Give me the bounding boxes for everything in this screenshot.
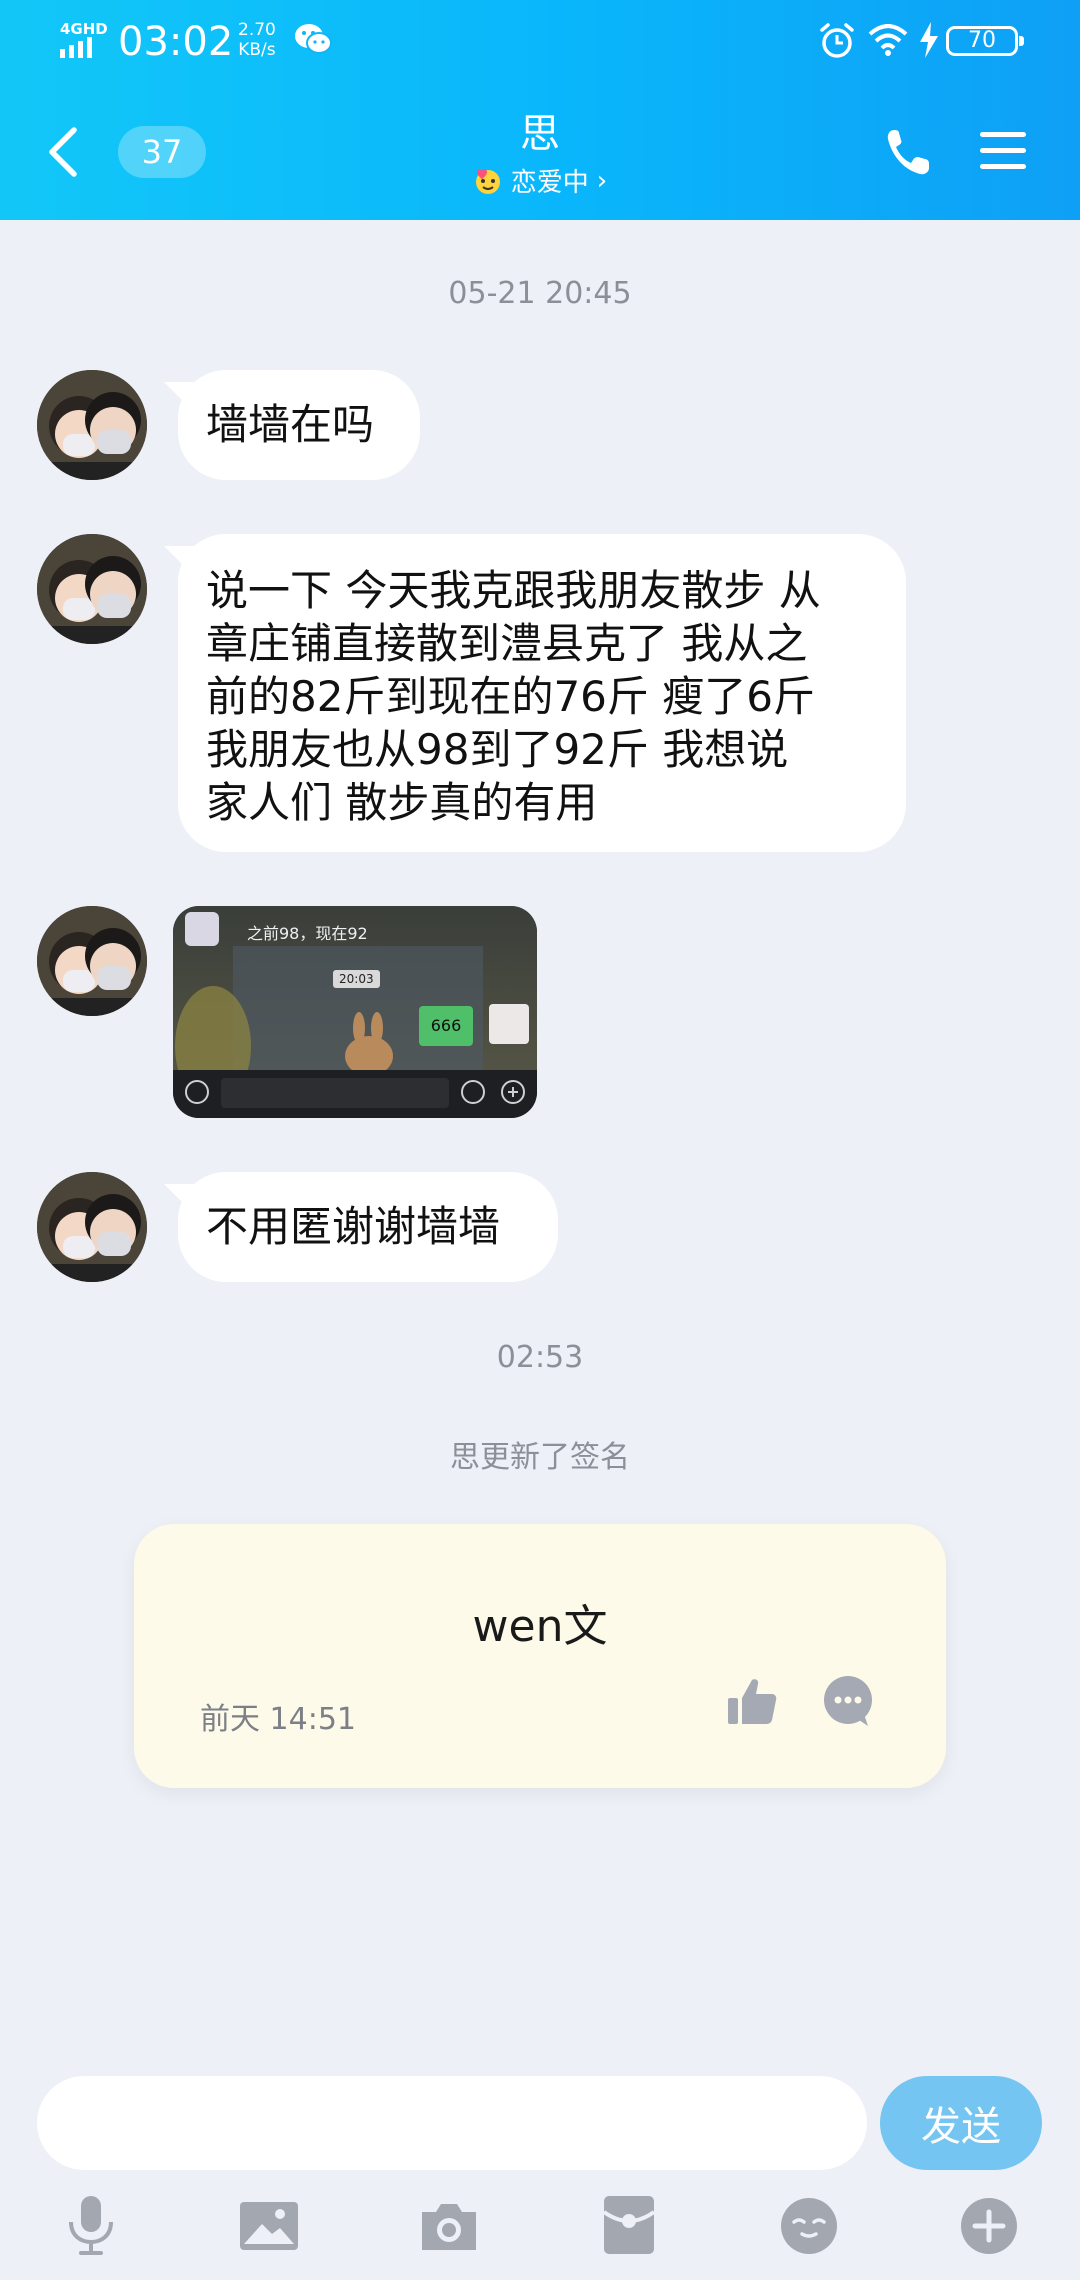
status-time: 03:02	[118, 19, 234, 65]
network-speed: 2.70 KB/s	[238, 20, 276, 60]
chevron-right-icon: ›	[596, 165, 608, 196]
message-bubble[interactable]: 墙墙在吗	[178, 370, 420, 480]
message-bubble[interactable]: 说一下 今天我克跟我朋友散步 从 章庄铺直接散到澧县克了 我从之 前的82斤到现…	[178, 534, 906, 852]
speed-value: 2.70	[238, 20, 276, 40]
image-message[interactable]: 之前98，现在92 20:03 666	[173, 906, 537, 1118]
image-icon[interactable]	[234, 2190, 304, 2260]
chat-title[interactable]: 思	[340, 110, 740, 158]
contact-avatar[interactable]	[37, 906, 147, 1016]
love-emoji-icon	[475, 168, 500, 194]
back-icon[interactable]	[44, 124, 84, 180]
message-text-line: 家人们 散步真的有用	[206, 778, 598, 827]
image-caption-text: 之前98，现在92	[247, 924, 368, 943]
timestamp: 05-21 20:45	[448, 276, 632, 311]
signature-text: wen文	[472, 1601, 608, 1652]
input-toolbar	[0, 2190, 1080, 2270]
relationship-status[interactable]: 恋爱中 ›	[340, 162, 740, 199]
charging-icon	[920, 22, 938, 58]
network-type: 4GHD	[60, 20, 108, 38]
thumbs-up-icon[interactable]	[724, 1674, 780, 1730]
message-text-line: 我朋友也从98到了92斤 我想说	[206, 725, 789, 774]
status-bar: 4GHD 03:02 2.70 KB/s 70	[0, 0, 1080, 90]
wifi-icon	[868, 24, 908, 56]
contact-avatar[interactable]	[37, 1172, 147, 1282]
speed-unit: KB/s	[238, 40, 276, 60]
microphone-icon[interactable]	[56, 2190, 126, 2260]
red-packet-icon[interactable]	[594, 2190, 664, 2260]
chat-header: 4GHD 03:02 2.70 KB/s 70 37 思 恋爱中 ›	[0, 0, 1080, 220]
phone-call-icon[interactable]	[884, 126, 932, 178]
send-button[interactable]: 发送	[880, 2076, 1042, 2170]
message-text-line: 前的82斤到现在的76斤 瘦了6斤	[206, 672, 815, 721]
system-notice: 思更新了签名	[450, 1440, 630, 1475]
image-time-text: 20:03	[333, 970, 380, 988]
contact-avatar[interactable]	[37, 534, 147, 644]
battery-icon: 70	[946, 26, 1024, 56]
plus-icon[interactable]	[954, 2190, 1024, 2260]
message-text: 不用匿谢谢墙墙	[206, 1202, 501, 1251]
alarm-icon	[820, 23, 854, 58]
signature-date: 前天 14:51	[200, 1702, 356, 1737]
message-text-line: 章庄铺直接散到澧县克了 我从之	[206, 619, 808, 668]
message-text: 墙墙在吗	[206, 400, 375, 449]
relationship-label: 恋爱中	[510, 168, 589, 198]
contact-avatar[interactable]	[37, 370, 147, 480]
signature-card[interactable]: wen文 前天 14:51	[134, 1524, 946, 1788]
message-bubble[interactable]: 不用匿谢谢墙墙	[178, 1172, 558, 1282]
comment-icon[interactable]	[820, 1674, 876, 1730]
wechat-icon	[295, 24, 332, 54]
menu-icon[interactable]	[978, 128, 1028, 174]
unread-count-badge[interactable]: 37	[118, 126, 206, 178]
message-text-line: 说一下 今天我克跟我朋友散步 从	[206, 566, 821, 615]
emoji-icon[interactable]	[774, 2190, 844, 2260]
message-input[interactable]	[37, 2076, 867, 2170]
camera-icon[interactable]	[414, 2190, 484, 2260]
timestamp: 02:53	[496, 1340, 584, 1375]
image-reply-text: 666	[419, 1006, 473, 1046]
signal-icon: 4GHD	[58, 20, 108, 58]
